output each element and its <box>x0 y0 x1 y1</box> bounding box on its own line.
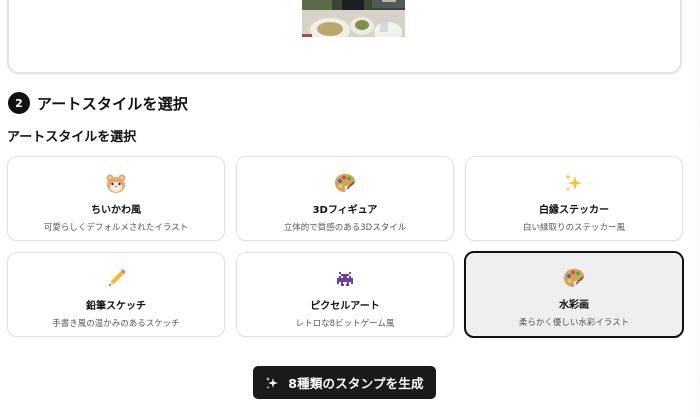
style-option-pixel-art[interactable]: ピクセルアート レトロな8ビットゲーム風 <box>236 252 454 337</box>
style-option-white-border-sticker[interactable]: 白縁ステッカー 白い縁取りのステッカー風 <box>465 156 683 241</box>
style-name: 鉛筆スケッチ <box>86 301 146 312</box>
style-option-chiikawa[interactable]: ちいかわ風 可愛らしくデフォルメされたイラスト <box>7 156 225 241</box>
style-section-label: アートスタイルを選択 <box>7 130 137 145</box>
style-option-pencil-sketch[interactable]: 鉛筆スケッチ 手書き風の温かみのあるスケッチ <box>7 252 225 337</box>
generate-button-label: 8種類のスタンプを生成 <box>288 376 424 391</box>
style-name: ちいかわ風 <box>91 205 141 216</box>
page: 2 アートスタイルを選択 アートスタイルを選択 ちいかわ風 可愛らしくデフォルメ… <box>0 0 700 417</box>
style-description: 白い縁取りのステッカー風 <box>522 223 625 233</box>
sparkles-icon <box>265 376 279 390</box>
palette-icon <box>334 172 356 194</box>
style-name: 水彩画 <box>559 300 589 311</box>
generate-stamps-button[interactable]: 8種類のスタンプを生成 <box>253 366 436 399</box>
style-description: 手書き風の温かみのあるスケッチ <box>52 319 180 329</box>
style-name: 白縁ステッカー <box>539 205 609 216</box>
style-name: 3Dフィギュア <box>312 205 378 216</box>
palette-icon <box>563 267 585 289</box>
style-description: レトロな8ビットゲーム風 <box>295 319 395 329</box>
space-invader-icon <box>334 268 356 290</box>
step-number-badge: 2 <box>8 92 30 114</box>
uploaded-photo <box>302 0 405 37</box>
style-option-3d-figure[interactable]: 3Dフィギュア 立体的で質感のある3Dスタイル <box>236 156 454 241</box>
step-title: アートスタイルを選択 <box>37 94 189 113</box>
pencil-icon <box>105 268 127 290</box>
style-name: ピクセルアート <box>310 301 380 312</box>
style-option-watercolor[interactable]: 水彩画 柔らかく優しい水彩イラスト <box>464 251 684 338</box>
style-description: 可愛らしくデフォルメされたイラスト <box>43 223 189 233</box>
page-edge <box>686 0 700 417</box>
style-description: 柔らかく優しい水彩イラスト <box>518 318 630 328</box>
hamster-icon <box>105 172 127 194</box>
sparkles-icon <box>563 172 585 194</box>
step-header: 2 アートスタイルを選択 <box>8 91 188 115</box>
photo-preview-card <box>7 0 682 74</box>
style-description: 立体的で質感のある3Dスタイル <box>283 223 407 233</box>
